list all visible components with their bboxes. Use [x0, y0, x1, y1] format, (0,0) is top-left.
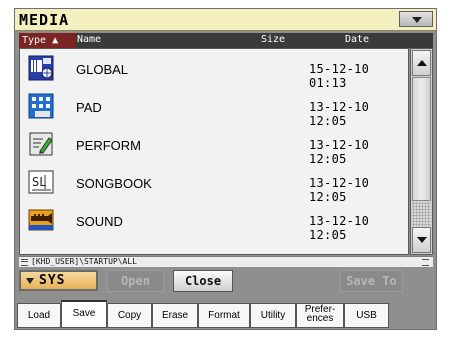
path-menu-icon [422, 259, 429, 266]
tab-load[interactable]: Load [17, 303, 61, 328]
list-scrollbar[interactable] [410, 48, 433, 255]
save-to-button[interactable]: Save To [340, 270, 403, 292]
current-path: [KHD_USER]\STARTUP\ALL [31, 257, 137, 266]
device-label: SYS [39, 273, 66, 288]
file-name: PERFORM [76, 138, 141, 153]
tab-save[interactable]: Save [61, 300, 107, 328]
device-selector[interactable]: SYS [19, 270, 98, 291]
pad-icon [28, 93, 54, 119]
path-lines-icon [21, 259, 28, 266]
tab-utility[interactable]: Utility [250, 303, 296, 328]
scroll-track[interactable] [412, 202, 431, 227]
column-type-header[interactable]: Type ▲ [19, 33, 76, 48]
tab-format[interactable]: Format [198, 303, 250, 328]
open-button[interactable]: Open [107, 270, 164, 292]
tab-usb[interactable]: USB [344, 303, 389, 328]
page-menu-button[interactable] [399, 11, 433, 27]
perform-icon [29, 132, 53, 156]
file-row-sound[interactable]: SOUND 13-12-10 12:05 [20, 202, 408, 242]
file-date: 13-12-10 12:05 [309, 100, 370, 128]
tab-erase[interactable]: Erase [152, 303, 198, 328]
scroll-thumb[interactable] [412, 77, 431, 201]
tab-preferences[interactable]: Prefer- ences [296, 303, 344, 328]
file-date: 13-12-10 12:05 [309, 176, 370, 204]
file-name: PAD [76, 100, 102, 115]
column-date-header[interactable]: Date [345, 34, 369, 45]
scroll-down-arrow-icon[interactable] [412, 227, 431, 253]
svg-text:SL: SL [32, 175, 46, 189]
chevron-down-icon [26, 278, 34, 284]
title-bar: MEDIA [15, 9, 436, 31]
file-name: SONGBOOK [76, 176, 152, 191]
file-name: GLOBAL [76, 62, 129, 77]
songbook-icon: SL [28, 170, 54, 194]
close-button[interactable]: Close [173, 270, 233, 292]
column-name-header[interactable]: Name [77, 34, 101, 45]
file-row-pad[interactable]: PAD 13-12-10 12:05 [20, 88, 408, 128]
column-size-header[interactable]: Size [261, 34, 285, 45]
file-row-global[interactable]: GLOBAL 15-12-10 01:13 [20, 50, 408, 90]
file-row-songbook[interactable]: SL SONGBOOK 13-12-10 12:05 [20, 164, 408, 204]
tab-bar: Load Save Copy Erase Format Utility Pref… [17, 300, 435, 329]
window-title: MEDIA [19, 11, 70, 29]
column-header: Type ▲ Name Size Date [19, 33, 433, 48]
file-row-perform[interactable]: PERFORM 13-12-10 12:05 [20, 126, 408, 166]
sound-icon [28, 209, 54, 231]
scroll-up-arrow-icon[interactable] [412, 50, 431, 76]
file-date: 13-12-10 12:05 [309, 138, 370, 166]
file-date: 13-12-10 12:05 [309, 214, 370, 242]
media-window: MEDIA Type ▲ Name Size Date GLOBAL 15-12… [14, 8, 437, 330]
path-bar: [KHD_USER]\STARTUP\ALL [19, 256, 433, 267]
tab-copy[interactable]: Copy [107, 303, 152, 328]
file-name: SOUND [76, 214, 123, 229]
global-icon [28, 55, 54, 81]
tab-preferences-label: Prefer- ences [304, 304, 336, 325]
button-row: SYS Open Close Save To [15, 267, 436, 301]
file-list: GLOBAL 15-12-10 01:13 PAD 13-12-10 12:05 [19, 48, 409, 255]
file-date: 15-12-10 01:13 [309, 62, 370, 90]
